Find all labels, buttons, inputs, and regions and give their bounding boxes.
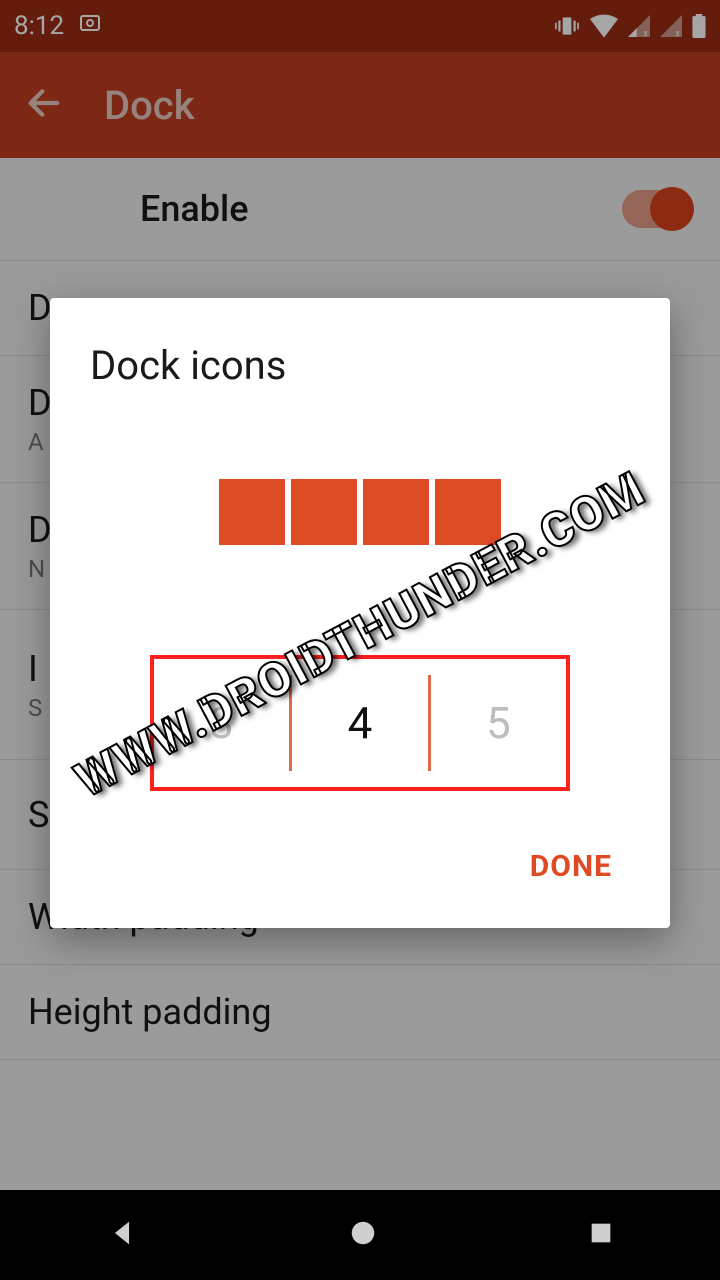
preview-square (291, 479, 357, 545)
dialog-title: Dock icons (90, 342, 630, 389)
picker-option-3[interactable]: 3 (154, 659, 289, 787)
dock-icons-dialog: Dock icons 3 4 5 DONE (50, 298, 670, 928)
dock-preview (90, 479, 630, 545)
nav-recent-icon[interactable] (587, 1219, 615, 1251)
nav-back-icon[interactable] (105, 1216, 139, 1254)
picker-option-5[interactable]: 5 (431, 659, 566, 787)
done-button[interactable]: DONE (512, 839, 630, 894)
preview-square (363, 479, 429, 545)
preview-square (435, 479, 501, 545)
nav-home-icon[interactable] (348, 1218, 378, 1252)
navigation-bar (0, 1190, 720, 1280)
number-picker[interactable]: 3 4 5 (150, 655, 570, 791)
picker-option-4[interactable]: 4 (292, 659, 427, 787)
preview-square (219, 479, 285, 545)
